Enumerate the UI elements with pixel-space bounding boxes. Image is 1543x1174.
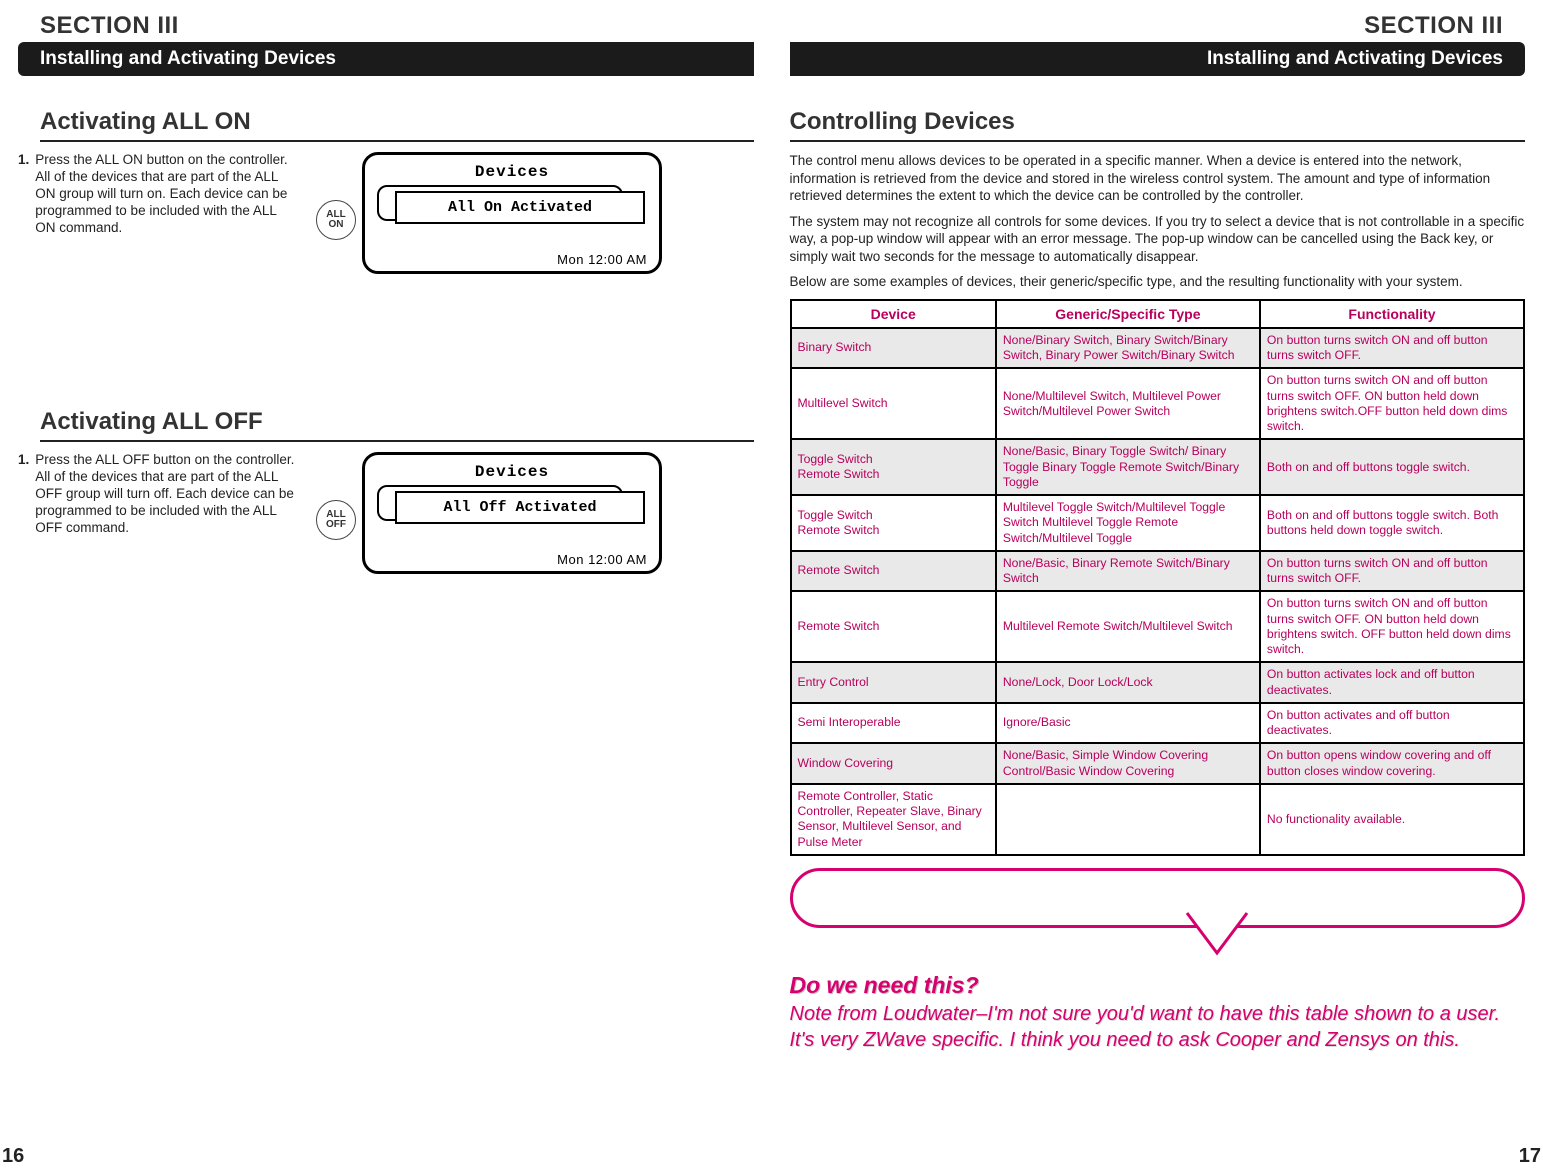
table-cell: On button activates and off button deact… [1260, 703, 1524, 744]
block-all-on: 1. Press the ALL ON button on the contro… [18, 152, 754, 274]
right-content: Controlling Devices The control menu all… [790, 76, 1526, 1156]
lcd-time-1: Mon 12:00 AM [557, 252, 647, 267]
step-all-off: 1. Press the ALL OFF button on the contr… [18, 452, 298, 574]
step-num-1b: 1. [18, 452, 29, 574]
table-row: Window CoveringNone/Basic, Simple Window… [791, 743, 1525, 784]
callout: Do we need this? Note from Loudwater–I'm… [790, 868, 1526, 1053]
table-cell: On button turns switch ON and off button… [1260, 368, 1524, 439]
callout-bubble [790, 868, 1526, 928]
table-cell: No functionality available. [1260, 784, 1524, 855]
heading-all-on: Activating ALL ON [40, 108, 754, 142]
para-3: Below are some examples of devices, thei… [790, 273, 1526, 291]
table-cell: Entry Control [791, 662, 996, 703]
lcd-title-2: Devices [375, 463, 649, 481]
table-cell: None/Lock, Door Lock/Lock [996, 662, 1260, 703]
table-row: Remote SwitchNone/Basic, Binary Remote S… [791, 551, 1525, 592]
para-2: The system may not recognize all control… [790, 213, 1526, 266]
heading-controlling: Controlling Devices [790, 108, 1526, 142]
section-bar-right: Installing and Activating Devices [790, 42, 1526, 76]
table-cell: None/Binary Switch, Binary Switch/Binary… [996, 328, 1260, 369]
section-bar-left: Installing and Activating Devices [18, 42, 754, 76]
para-1: The control menu allows devices to be op… [790, 152, 1526, 205]
lcd-all-on: Devices All On Activated Mon 12:00 AM [362, 152, 662, 274]
step-text-1b: Press the ALL OFF button on the controll… [35, 452, 298, 574]
table-cell: None/Basic, Binary Remote Switch/Binary … [996, 551, 1260, 592]
lcd-popup-1: All On Activated [395, 191, 645, 224]
table-cell: Remote Switch [791, 551, 996, 592]
table-row: Entry ControlNone/Lock, Door Lock/LockOn… [791, 662, 1525, 703]
section-label-right: SECTION III [790, 12, 1526, 40]
table-cell: Multilevel Remote Switch/Multilevel Swit… [996, 591, 1260, 662]
table-row: Toggle Switch Remote SwitchMultilevel To… [791, 495, 1525, 551]
page-number-right: 17 [1519, 1145, 1541, 1168]
th-func: Functionality [1260, 300, 1524, 328]
table-row: Multilevel SwitchNone/Multilevel Switch,… [791, 368, 1525, 439]
table-cell: Remote Switch [791, 591, 996, 662]
device-table: Device Generic/Specific Type Functionali… [790, 299, 1526, 856]
table-row: Remote Controller, Static Controller, Re… [791, 784, 1525, 855]
table-cell: On button turns switch ON and off button… [1260, 591, 1524, 662]
hw-col-all-off: ALL OFF Devices All Off Activated Mon 12… [316, 452, 754, 574]
step-text-1a: Press the ALL ON button on the controlle… [35, 152, 298, 274]
table-cell: None/Basic, Binary Toggle Switch/ Binary… [996, 439, 1260, 495]
table-cell: Window Covering [791, 743, 996, 784]
step-num-1a: 1. [18, 152, 29, 274]
table-cell: Semi Interoperable [791, 703, 996, 744]
table-cell: Toggle Switch Remote Switch [791, 439, 996, 495]
th-device: Device [791, 300, 996, 328]
table-cell: Multilevel Switch [791, 368, 996, 439]
table-row: Binary SwitchNone/Binary Switch, Binary … [791, 328, 1525, 369]
hw-col-all-on: ALL ON Devices All On Activated Mon 12:0… [316, 152, 754, 274]
table-row: Remote SwitchMultilevel Remote Switch/Mu… [791, 591, 1525, 662]
document-spread: SECTION III Installing and Activating De… [0, 0, 1543, 1174]
all-off-button-icon: ALL OFF [316, 500, 356, 540]
lcd-title-1: Devices [375, 163, 649, 181]
table-cell: Multilevel Toggle Switch/Multilevel Togg… [996, 495, 1260, 551]
block-all-off: 1. Press the ALL OFF button on the contr… [18, 452, 754, 574]
table-cell: Toggle Switch Remote Switch [791, 495, 996, 551]
table-cell: Both on and off buttons toggle switch. [1260, 439, 1524, 495]
note-title: Do we need this? [790, 972, 1526, 999]
table-cell: None/Multilevel Switch, Multilevel Power… [996, 368, 1260, 439]
step-all-on: 1. Press the ALL ON button on the contro… [18, 152, 298, 274]
note-body: Note from Loudwater–I'm not sure you'd w… [790, 1001, 1526, 1053]
table-row: Toggle Switch Remote SwitchNone/Basic, B… [791, 439, 1525, 495]
table-cell: Binary Switch [791, 328, 996, 369]
table-cell: On button turns switch ON and off button… [1260, 551, 1524, 592]
lcd-time-2: Mon 12:00 AM [557, 552, 647, 567]
table-row: Semi InteroperableIgnore/BasicOn button … [791, 703, 1525, 744]
lcd-popup-2: All Off Activated [395, 491, 645, 524]
table-cell: Ignore/Basic [996, 703, 1260, 744]
page-left: SECTION III Installing and Activating De… [0, 0, 772, 1174]
page-right: SECTION III Installing and Activating De… [772, 0, 1543, 1174]
all-on-button-icon: ALL ON [316, 200, 356, 240]
table-cell: Both on and off buttons toggle switch. B… [1260, 495, 1524, 551]
table-cell [996, 784, 1260, 855]
th-type: Generic/Specific Type [996, 300, 1260, 328]
left-content: Activating ALL ON 1. Press the ALL ON bu… [18, 76, 754, 1156]
heading-all-off: Activating ALL OFF [40, 408, 754, 442]
table-cell: Remote Controller, Static Controller, Re… [791, 784, 996, 855]
section-label-left: SECTION III [18, 12, 754, 40]
table-cell: On button turns switch ON and off button… [1260, 328, 1524, 369]
table-cell: On button activates lock and off button … [1260, 662, 1524, 703]
page-number-left: 16 [2, 1145, 24, 1168]
lcd-all-off: Devices All Off Activated Mon 12:00 AM [362, 452, 662, 574]
table-cell: On button opens window covering and off … [1260, 743, 1524, 784]
table-cell: None/Basic, Simple Window Covering Contr… [996, 743, 1260, 784]
